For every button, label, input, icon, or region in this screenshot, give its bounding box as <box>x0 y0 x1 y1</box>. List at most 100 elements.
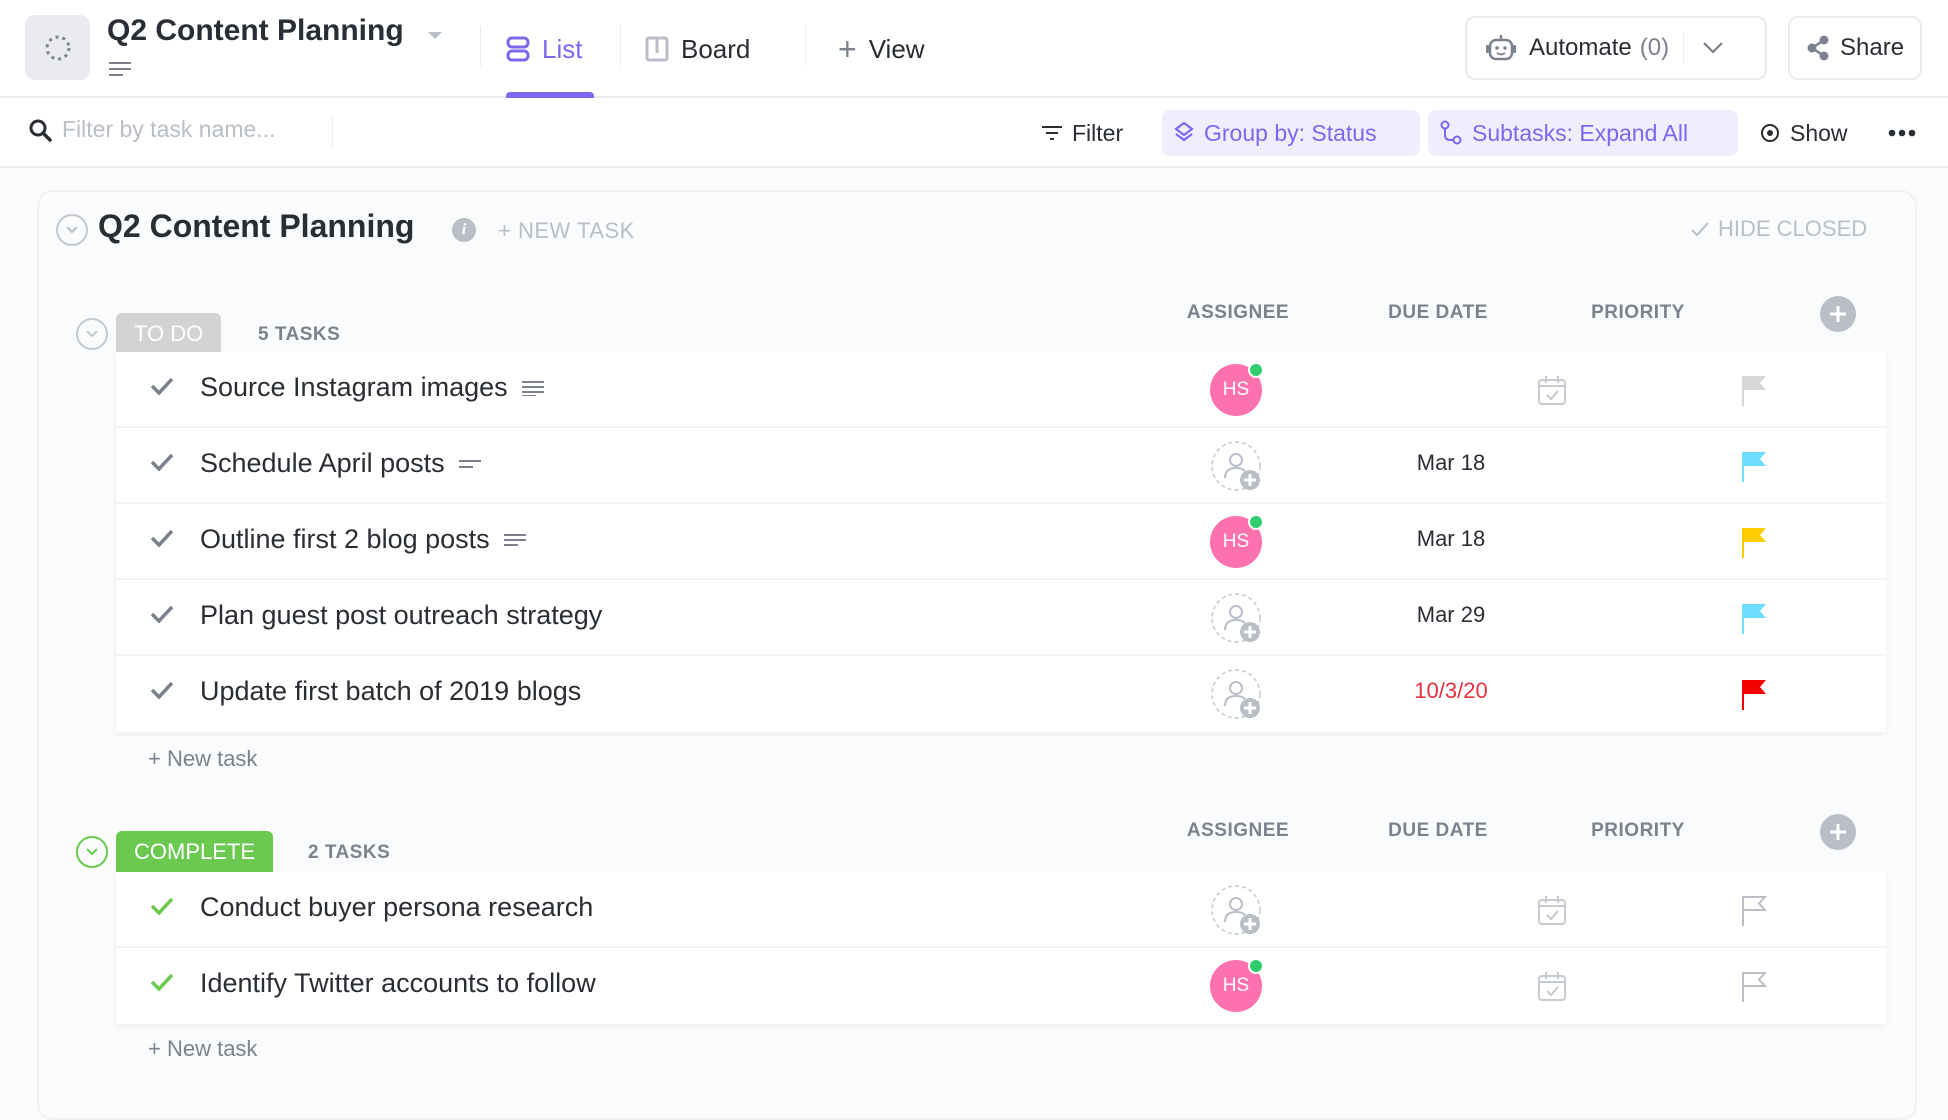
check-icon[interactable] <box>150 604 174 624</box>
status-badge-todo[interactable]: TO DO <box>116 313 222 355</box>
list-view-icon <box>506 36 530 62</box>
board-view-icon <box>645 36 669 62</box>
priority-flag-urgent-icon[interactable] <box>1741 678 1767 710</box>
status-badge-complete[interactable]: COMPLETE <box>116 831 274 873</box>
subtasks-button[interactable]: Subtasks: Expand All <box>1428 110 1738 156</box>
column-header-assignee[interactable]: ASSIGNEE <box>1148 820 1328 842</box>
task-row[interactable]: Schedule April posts Mar 18 <box>116 428 1886 504</box>
group-by-button[interactable]: Group by: Status <box>1162 110 1420 156</box>
check-icon[interactable] <box>150 528 174 548</box>
priority-flag-low-icon[interactable] <box>1741 602 1767 634</box>
online-status-dot <box>1248 958 1264 974</box>
caret-down-icon[interactable] <box>428 32 442 39</box>
calendar-icon[interactable] <box>1536 374 1568 406</box>
divider <box>480 26 481 66</box>
subtasks-icon <box>1440 120 1462 145</box>
assignee-cell[interactable]: HS <box>1210 958 1264 1012</box>
due-date-overdue[interactable]: 10/3/20 <box>1361 678 1541 704</box>
priority-flag-none-icon[interactable] <box>1741 374 1767 406</box>
calendar-icon[interactable] <box>1536 894 1568 926</box>
layers-icon <box>1174 121 1194 142</box>
new-task-button[interactable]: + New task <box>148 746 257 772</box>
plus-icon <box>1830 306 1846 322</box>
add-column-button[interactable] <box>1820 814 1856 850</box>
task-row[interactable]: Source Instagram images HS <box>116 352 1886 428</box>
priority-flag-empty-icon[interactable] <box>1741 894 1767 926</box>
task-name[interactable]: Identify Twitter accounts to follow <box>200 968 596 999</box>
assignee-cell[interactable] <box>1210 592 1262 644</box>
check-icon[interactable] <box>150 452 174 472</box>
task-row[interactable]: Conduct buyer persona research <box>116 872 1886 948</box>
search-box <box>28 116 322 143</box>
plus-icon: + <box>838 30 857 67</box>
tab-list[interactable]: List <box>506 30 582 68</box>
task-group-todo: Source Instagram images HS Schedule Apri… <box>116 352 1886 732</box>
add-column-button[interactable] <box>1820 296 1856 332</box>
calendar-icon[interactable] <box>1536 970 1568 1002</box>
automate-label: Automate <box>1529 34 1632 61</box>
column-header-priority[interactable]: PRIORITY <box>1548 820 1728 842</box>
task-row[interactable]: Plan guest post outreach strategy Mar 29 <box>116 580 1886 656</box>
more-options-button[interactable] <box>1876 110 1928 156</box>
assignee-cell[interactable] <box>1210 440 1262 492</box>
priority-flag-empty-icon[interactable] <box>1741 970 1767 1002</box>
task-name[interactable]: Schedule April posts <box>200 448 445 479</box>
column-header-due-date[interactable]: DUE DATE <box>1348 302 1528 324</box>
collapse-list-toggle[interactable] <box>56 214 88 246</box>
due-date[interactable]: Mar 29 <box>1361 602 1541 628</box>
priority-flag-low-icon[interactable] <box>1741 450 1767 482</box>
check-icon[interactable] <box>150 376 174 396</box>
hide-closed-label: HIDE CLOSED <box>1718 216 1868 241</box>
new-task-button[interactable]: + New task <box>148 1036 257 1062</box>
show-label: Show <box>1790 119 1848 146</box>
assignee-cell[interactable] <box>1210 884 1262 936</box>
hide-closed-button[interactable]: HIDE CLOSED <box>1690 216 1867 242</box>
column-header-priority[interactable]: PRIORITY <box>1548 302 1728 324</box>
check-icon[interactable] <box>150 680 174 700</box>
column-header-assignee[interactable]: ASSIGNEE <box>1148 302 1328 324</box>
description-icon[interactable] <box>109 62 131 76</box>
task-name[interactable]: Plan guest post outreach strategy <box>200 600 602 631</box>
automate-count: (0) <box>1639 34 1670 61</box>
assignee-cell[interactable] <box>1210 668 1262 720</box>
online-status-dot <box>1248 514 1264 530</box>
chevron-down-icon <box>66 226 78 234</box>
tab-board-label: Board <box>681 33 751 64</box>
check-icon[interactable] <box>150 972 174 992</box>
automate-button[interactable]: Automate (0) <box>1465 16 1767 80</box>
description-icon <box>458 459 481 468</box>
collapse-group-toggle[interactable] <box>76 318 108 350</box>
task-row[interactable]: Outline first 2 blog posts HS Mar 18 <box>116 504 1886 580</box>
task-row[interactable]: Identify Twitter accounts to follow HS <box>116 948 1886 1024</box>
assignee-cell[interactable]: HS <box>1210 514 1264 568</box>
add-assignee-icon <box>1211 669 1261 719</box>
page-title[interactable]: Q2 Content Planning <box>107 14 404 48</box>
ellipsis-icon <box>1888 129 1916 137</box>
add-view-label: View <box>868 33 925 64</box>
share-button[interactable]: Share <box>1788 16 1922 80</box>
task-name[interactable]: Conduct buyer persona research <box>200 892 593 923</box>
due-date[interactable]: Mar 18 <box>1361 526 1541 552</box>
check-icon[interactable] <box>150 896 174 916</box>
list-icon-button[interactable] <box>25 15 90 80</box>
column-header-due-date[interactable]: DUE DATE <box>1348 820 1528 842</box>
chevron-down-icon[interactable] <box>1702 41 1724 55</box>
add-view-button[interactable]: + View <box>838 30 925 68</box>
show-button[interactable]: Show <box>1748 110 1860 156</box>
task-row[interactable]: Update first batch of 2019 blogs 10/3/20 <box>116 656 1886 732</box>
task-name[interactable]: Update first batch of 2019 blogs <box>200 676 581 707</box>
filter-button[interactable]: Filter <box>1030 110 1135 156</box>
tab-board[interactable]: Board <box>645 30 750 68</box>
task-name[interactable]: Source Instagram images <box>200 372 508 403</box>
share-label: Share <box>1840 34 1905 61</box>
list-title: Q2 Content Planning <box>98 208 415 244</box>
assignee-cell[interactable]: HS <box>1210 362 1264 416</box>
collapse-group-toggle[interactable] <box>76 836 108 868</box>
due-date[interactable]: Mar 18 <box>1361 450 1541 476</box>
search-input[interactable] <box>62 116 322 143</box>
description-icon <box>521 380 544 396</box>
priority-flag-high-icon[interactable] <box>1741 526 1767 558</box>
task-name[interactable]: Outline first 2 blog posts <box>200 524 490 555</box>
new-task-button[interactable]: + NEW TASK <box>498 218 635 244</box>
info-icon[interactable]: i <box>452 218 476 242</box>
